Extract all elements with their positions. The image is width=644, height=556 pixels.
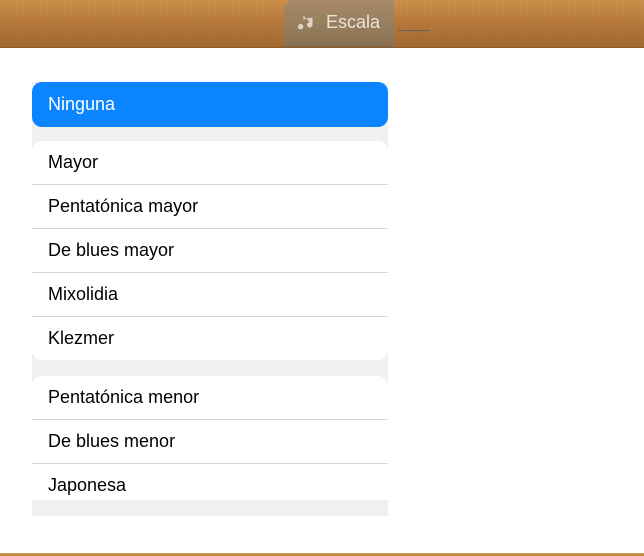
scale-item[interactable]: Klezmer xyxy=(32,317,388,360)
scale-group-major: Mayor Pentatónica mayor De blues mayor M… xyxy=(32,141,388,360)
scale-item[interactable]: Mayor xyxy=(32,141,388,185)
scale-item[interactable]: De blues menor xyxy=(32,420,388,464)
scale-button-label: Escala xyxy=(326,12,380,33)
scale-group-minor: Pentatónica menor De blues menor Japones… xyxy=(32,376,388,500)
scale-item[interactable]: De blues mayor xyxy=(32,229,388,273)
scale-item[interactable]: Japonesa xyxy=(32,464,388,500)
music-notes-icon xyxy=(296,12,318,34)
scale-item[interactable]: Pentatónica menor xyxy=(32,376,388,420)
scale-selected-item[interactable]: Ninguna xyxy=(32,82,388,127)
scale-item[interactable]: Mixolidia xyxy=(32,273,388,317)
scale-button[interactable]: Escala xyxy=(284,0,394,47)
scale-item[interactable]: Pentatónica mayor xyxy=(32,185,388,229)
callout-line xyxy=(398,30,430,31)
top-toolbar: Escala xyxy=(0,0,644,48)
scale-popup: Ninguna Mayor Pentatónica mayor De blues… xyxy=(32,82,388,516)
